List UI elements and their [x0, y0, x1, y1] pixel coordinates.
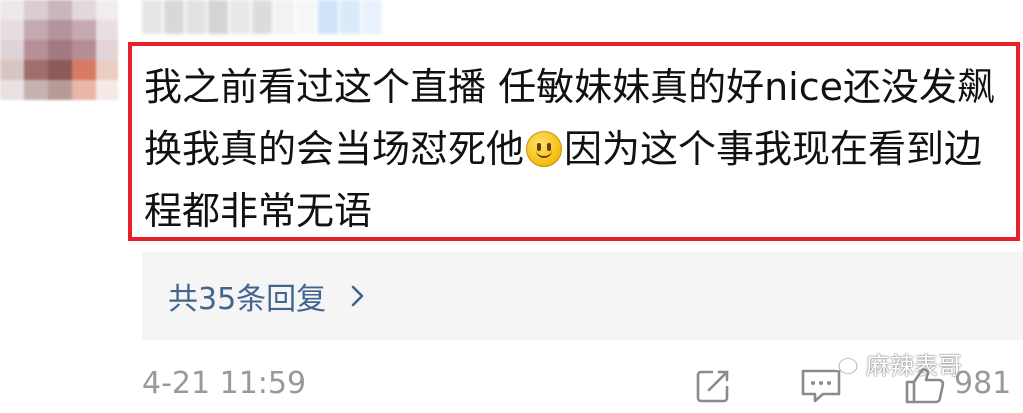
smile-emoji-icon	[526, 131, 563, 167]
username[interactable]	[142, 0, 382, 34]
replies-count-label: 共35条回复	[168, 282, 327, 317]
avatar[interactable]	[0, 0, 118, 108]
chevron-right-icon	[344, 283, 370, 309]
comment-text: 我之前看过这个直播 任敏妹妹真的好nice还没发飙 换我真的会当场怼死他 因为这个…	[144, 56, 1010, 242]
share-icon[interactable]	[693, 366, 733, 410]
wechat-icon	[826, 349, 858, 374]
comment-timestamp: 4-21 11:59	[142, 366, 307, 401]
view-replies-button[interactable]: 共35条回复	[142, 252, 1023, 340]
like-count: 981	[954, 366, 1012, 401]
thumbs-up-icon[interactable]	[903, 366, 947, 410]
comment-highlight-box: 我之前看过这个直播 任敏妹妹真的好nice还没发飙 换我真的会当场怼死他 因为这个…	[128, 42, 1020, 241]
